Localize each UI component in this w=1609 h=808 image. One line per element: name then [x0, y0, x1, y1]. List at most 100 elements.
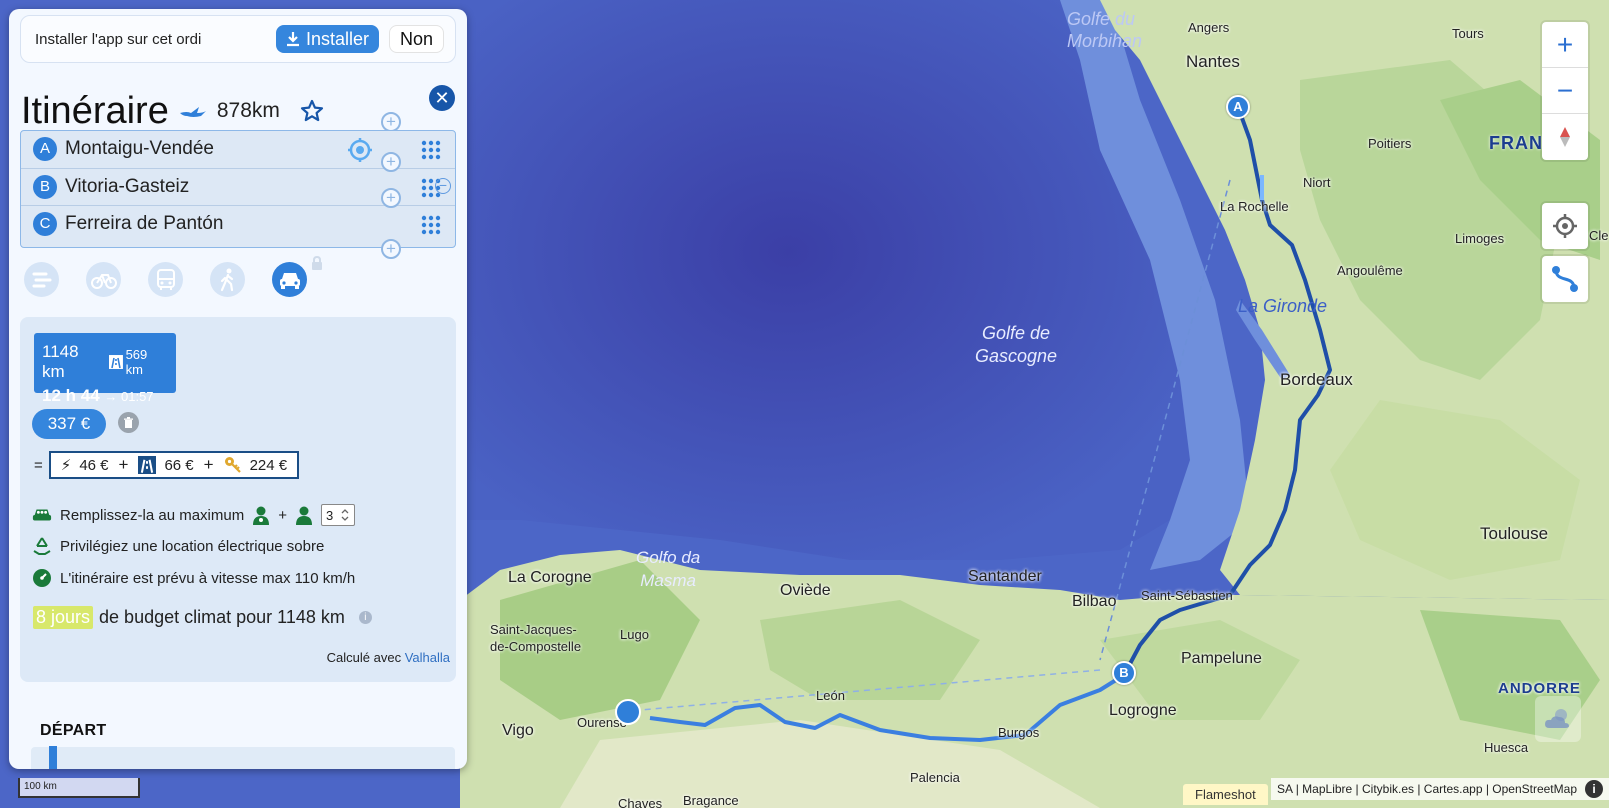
- label-angers: Angers: [1188, 20, 1230, 35]
- mode-car-button[interactable]: [272, 262, 307, 297]
- mode-multimodal-button[interactable]: [24, 262, 59, 297]
- mode-bike-button[interactable]: [86, 262, 121, 297]
- drag-handle-icon[interactable]: [421, 215, 441, 235]
- recycle-icon: [32, 536, 52, 556]
- compass-button[interactable]: [1542, 114, 1588, 160]
- stop-badge: A: [33, 137, 57, 161]
- departure-marker-bar: [49, 746, 57, 769]
- carpool-icon: [32, 505, 52, 525]
- label-logrogne: Logrogne: [1109, 702, 1177, 719]
- route-summary: 1148 km 569 km 12 h 44 → 01:57 337 € = ⚡…: [20, 317, 456, 682]
- highway-distance: 569 km: [125, 347, 148, 377]
- delete-cost-button[interactable]: [118, 412, 139, 433]
- climate-budget-text: de budget climat pour 1148 km: [99, 607, 345, 627]
- highway-toll-icon: [138, 456, 157, 474]
- tip-carpool: Remplissez-la au maximum + 3: [32, 504, 355, 526]
- label-oviede: Oviède: [780, 582, 831, 599]
- stop-item-c[interactable]: C Ferreira de Pantón: [21, 205, 455, 241]
- transport-mode-selector: [24, 262, 307, 297]
- flameshot-tab[interactable]: Flameshot: [1183, 784, 1268, 805]
- label-angouleme: Angoulême: [1337, 263, 1403, 278]
- passenger-plus: +: [278, 506, 287, 524]
- stop-badge: C: [33, 211, 57, 236]
- stop-badge: B: [33, 174, 57, 199]
- cost-breakdown: ⚡ 46 € + 66 € + 224 €: [48, 451, 300, 479]
- departure-card[interactable]: [31, 747, 455, 769]
- label-poitiers: Poitiers: [1368, 136, 1412, 151]
- route-distance: 1148 km: [42, 342, 79, 381]
- zoom-in-button[interactable]: +: [1542, 22, 1588, 68]
- bird-flight-icon: [179, 107, 206, 117]
- crosshair-icon: [1553, 214, 1577, 238]
- lock-icon: [312, 256, 322, 270]
- label-toulouse: Toulouse: [1480, 524, 1549, 543]
- geolocate-control: [1542, 203, 1588, 249]
- attribution-text[interactable]: SA | MapLibre | Citybik.es | Cartes.app …: [1277, 778, 1577, 800]
- label-la-corogne: La Corogne: [508, 569, 592, 586]
- total-cost-badge[interactable]: 337 €: [32, 409, 106, 439]
- weather-button[interactable]: [1535, 696, 1581, 742]
- label-nantes: Nantes: [1186, 52, 1240, 71]
- label-pampelune: Pampelune: [1181, 650, 1262, 667]
- download-icon: [286, 32, 299, 47]
- waypoint-b-marker[interactable]: B: [1112, 661, 1136, 685]
- install-app-button[interactable]: Installer: [275, 25, 379, 53]
- dismiss-install-button[interactable]: Non: [388, 25, 444, 53]
- close-itinerary-button[interactable]: ✕: [429, 85, 455, 111]
- add-stop-ab-button[interactable]: +: [381, 152, 401, 172]
- climate-budget-row: 8 jours de budget climat pour 1148 km i: [33, 606, 372, 629]
- favorite-star-icon[interactable]: [300, 99, 324, 123]
- cost-breakdown-row: = ⚡ 46 € + 66 € + 224 €: [34, 451, 300, 479]
- label-golfo-masma: Golfo da Masma: [636, 548, 701, 590]
- label-golfe-morbihan: Golfe du Morbihan: [1067, 9, 1143, 51]
- tip-electric: Privilégiez une location électrique sobr…: [32, 536, 324, 556]
- climate-budget-days: 8 jours: [33, 606, 94, 629]
- passenger-count-stepper[interactable]: 3: [320, 504, 355, 526]
- label-santander: Santander: [968, 568, 1042, 585]
- page-title: Itinéraire: [21, 89, 169, 132]
- info-icon[interactable]: i: [358, 611, 372, 624]
- label-huesca: Huesca: [1484, 740, 1529, 755]
- add-stop-before-a-button[interactable]: +: [381, 112, 401, 132]
- label-leon: León: [816, 688, 845, 703]
- zoom-out-button[interactable]: −: [1542, 68, 1588, 114]
- car-icon: [279, 272, 300, 289]
- route-duration: 12 h 44: [42, 386, 100, 405]
- flight-distance: 878km: [216, 99, 280, 122]
- label-chaves: Chaves: [618, 796, 663, 808]
- multimodal-icon: [32, 272, 51, 287]
- bolt-icon: ⚡: [60, 457, 72, 474]
- label-bilbao: Bilbao: [1072, 593, 1117, 610]
- walk-icon: [220, 268, 233, 291]
- bus-icon: [156, 268, 175, 290]
- stepper-arrows-icon: [341, 509, 349, 521]
- passenger-icon: [295, 506, 312, 525]
- target-location-icon[interactable]: [347, 137, 373, 163]
- add-stop-bc-button[interactable]: +: [381, 188, 401, 208]
- plus-sign: +: [203, 455, 214, 474]
- geolocate-button[interactable]: [1542, 203, 1588, 249]
- energy-cost: 46 €: [79, 456, 109, 474]
- destination-marker[interactable]: [615, 699, 641, 725]
- route-mode-button[interactable]: [1542, 256, 1588, 302]
- label-burgos: Burgos: [998, 725, 1040, 740]
- label-andorre: ANDORRE: [1498, 680, 1581, 697]
- itinerary-panel: Installer l'app sur cet ordi Installer N…: [9, 9, 467, 769]
- mode-transit-button[interactable]: [148, 262, 183, 297]
- duration-box[interactable]: 1148 km 569 km 12 h 44 → 01:57: [34, 333, 176, 405]
- key-icon: [224, 457, 241, 473]
- compass-icon: [1560, 127, 1570, 147]
- attribution-info-button[interactable]: i: [1585, 780, 1603, 798]
- label-palencia: Palencia: [910, 770, 960, 785]
- label-saint-jacques: Saint-Jacques- de-Compostelle: [490, 622, 582, 654]
- add-stop-after-c-button[interactable]: +: [381, 239, 401, 259]
- drag-handle-icon[interactable]: [421, 140, 441, 160]
- label-saint-sebastien: Saint-Sébastien: [1141, 588, 1233, 603]
- mode-walk-button[interactable]: [210, 262, 245, 297]
- map-scale: 100 km: [18, 778, 140, 798]
- routing-engine-link[interactable]: Valhalla: [405, 650, 450, 665]
- waypoint-a-marker[interactable]: A: [1226, 95, 1250, 119]
- remove-stop-b-button[interactable]: −: [435, 178, 451, 194]
- label-france: FRAN: [1489, 133, 1543, 153]
- toll-cost: 66 €: [164, 456, 194, 474]
